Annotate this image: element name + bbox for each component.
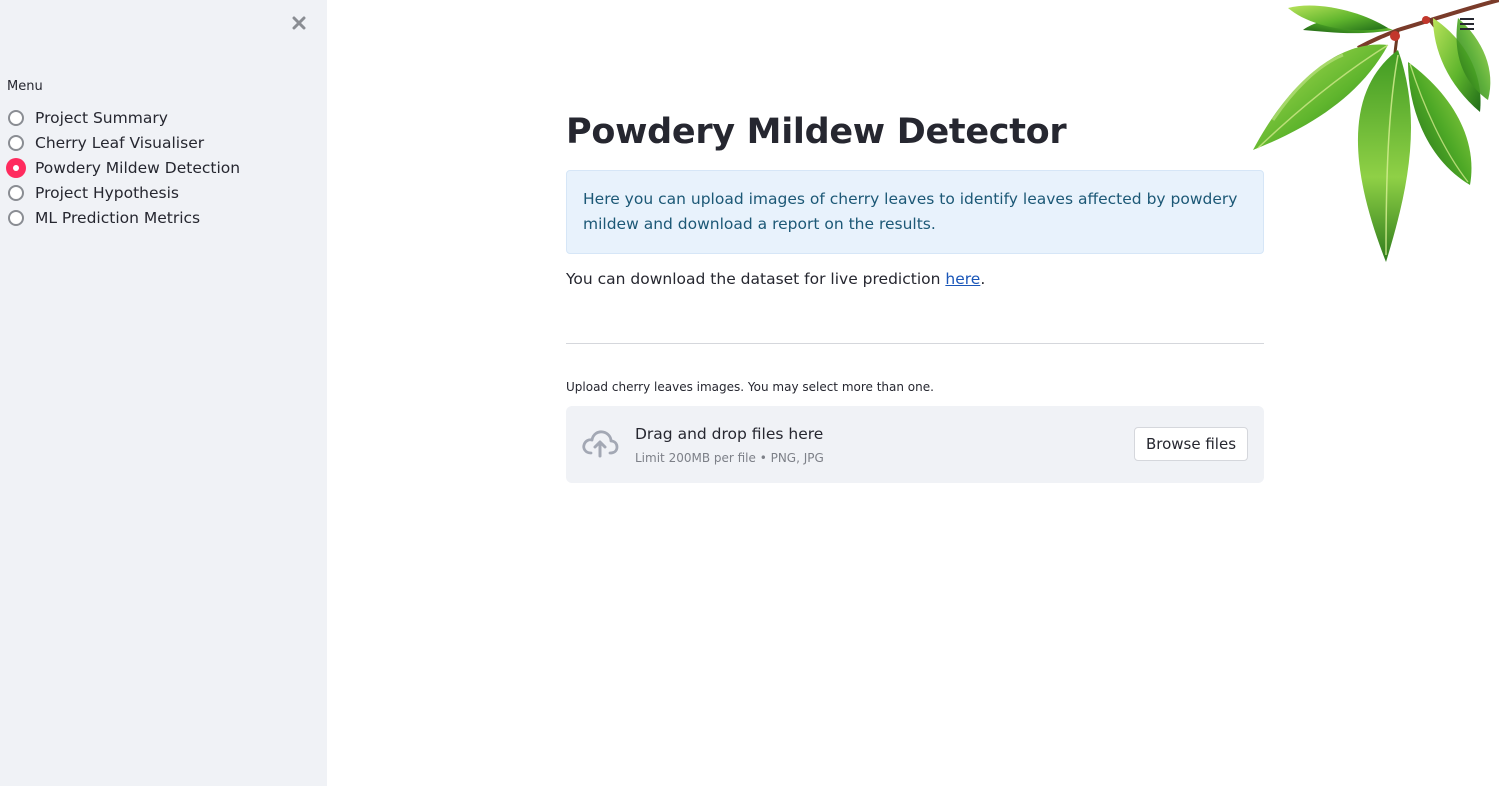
browse-files-button[interactable]: Browse files [1134,427,1248,461]
menu-item-project-summary[interactable]: Project Summary [8,105,240,130]
dataset-download-link[interactable]: here [945,270,980,288]
main-menu-button[interactable] [1457,14,1477,34]
close-icon [292,16,306,30]
menu-item-cherry-leaf-visualiser[interactable]: Cherry Leaf Visualiser [8,130,240,155]
menu-item-label: Project Summary [35,108,168,127]
download-text-suffix: . [980,270,986,288]
radio-button-icon[interactable] [8,109,24,126]
menu-item-label: Powdery Mildew Detection [35,158,241,177]
radio-button-icon[interactable] [8,209,24,226]
close-sidebar-button[interactable] [288,12,310,34]
download-text: You can download the dataset for live pr… [566,270,985,288]
sidebar: Menu Project Summary Cherry Leaf Visuali… [0,0,327,786]
radio-button-icon[interactable] [8,134,24,151]
info-alert: Here you can upload images of cherry lea… [566,170,1264,254]
divider [566,343,1264,344]
menu-radio-group: Project Summary Cherry Leaf Visualiser P… [6,105,241,230]
app-root: Menu Project Summary Cherry Leaf Visuali… [0,0,1499,786]
radio-button-selected-icon[interactable] [6,157,26,178]
cherry-leaves-image [1253,0,1499,262]
dropzone-title: Drag and drop files here [635,425,824,443]
hamburger-menu-icon [1460,18,1474,30]
radio-button-icon[interactable] [8,184,24,201]
download-text-prefix: You can download the dataset for live pr… [566,270,946,288]
menu-item-ml-prediction-metrics[interactable]: ML Prediction Metrics [8,205,240,230]
file-dropzone[interactable]: Drag and drop files here Limit 200MB per… [566,406,1264,483]
cloud-upload-icon [582,430,619,458]
file-uploader-label: Upload cherry leaves images. You may sel… [566,380,934,394]
page-title: Powdery Mildew Detector [566,112,1067,152]
dropzone-subtitle: Limit 200MB per file • PNG, JPG [635,451,824,465]
menu-item-label: Cherry Leaf Visualiser [35,133,205,152]
menu-item-powdery-mildew-detection[interactable]: Powdery Mildew Detection [6,155,241,180]
menu-title: Menu [7,79,43,94]
menu-item-project-hypothesis[interactable]: Project Hypothesis [8,180,240,205]
menu-item-label: ML Prediction Metrics [35,208,201,227]
menu-item-label: Project Hypothesis [35,183,180,202]
